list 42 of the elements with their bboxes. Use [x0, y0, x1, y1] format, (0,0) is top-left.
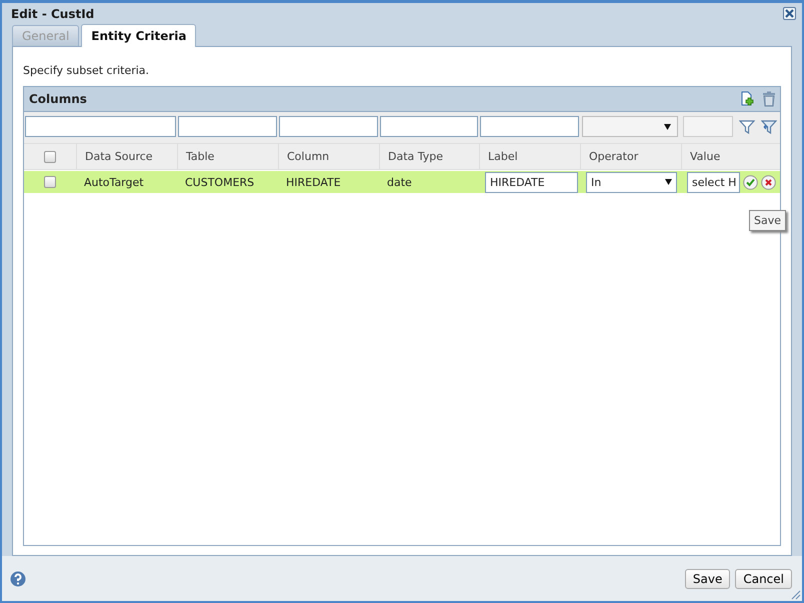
clear-filter-icon[interactable] [761, 118, 777, 134]
column-header[interactable]: Data Type [379, 144, 479, 169]
filter-field[interactable] [25, 116, 176, 137]
column-header[interactable]: Value [681, 144, 780, 169]
filter-field[interactable] [683, 116, 733, 137]
panel-title: Columns [29, 92, 87, 106]
add-icon[interactable] [740, 91, 756, 107]
filter-field[interactable] [178, 116, 277, 137]
filter-icon[interactable] [739, 118, 755, 134]
value-field[interactable]: select H [687, 172, 740, 192]
help-icon[interactable] [10, 570, 26, 586]
confirm-icon[interactable] [743, 174, 758, 190]
operator-dropdown[interactable]: In [586, 172, 677, 192]
dialog-button[interactable]: Save [684, 568, 730, 588]
dialog-button[interactable]: Cancel [735, 568, 792, 588]
resize-grip-icon[interactable] [789, 588, 801, 600]
delete-icon[interactable] [762, 91, 776, 107]
tab[interactable]: Entity Criteria [81, 24, 196, 47]
window-title: Edit - CustId [11, 6, 94, 20]
tooltip: Save [749, 210, 786, 231]
filter-dropdown[interactable] [582, 116, 678, 137]
column-header[interactable]: Table [177, 144, 278, 169]
table-cell: CUSTOMERS [185, 176, 254, 188]
column-header[interactable]: Column [278, 144, 379, 169]
column-header[interactable]: Data Source [76, 144, 177, 169]
instruction-text: Specify subset criteria. [23, 64, 150, 77]
column-header[interactable]: Label [479, 144, 580, 169]
dropdown-caret-icon [665, 179, 672, 185]
table-cell: HIREDATE [286, 176, 341, 188]
label-field[interactable]: HIREDATE [485, 172, 578, 192]
row-checkbox[interactable] [44, 176, 56, 188]
dropdown-caret-icon [664, 124, 671, 130]
filter-field[interactable] [480, 116, 579, 137]
table-cell: date [387, 176, 412, 188]
select-all-checkbox[interactable] [44, 150, 56, 162]
table-row[interactable]: AutoTarget CUSTOMERS HIREDATE date HIREDATE In select H [24, 171, 780, 193]
table-cell: AutoTarget [84, 176, 144, 188]
filter-field[interactable] [380, 116, 478, 137]
cancel-icon[interactable] [761, 174, 776, 190]
column-header[interactable]: Operator [580, 144, 681, 169]
filter-field[interactable] [279, 116, 378, 137]
close-button[interactable] [783, 7, 796, 20]
